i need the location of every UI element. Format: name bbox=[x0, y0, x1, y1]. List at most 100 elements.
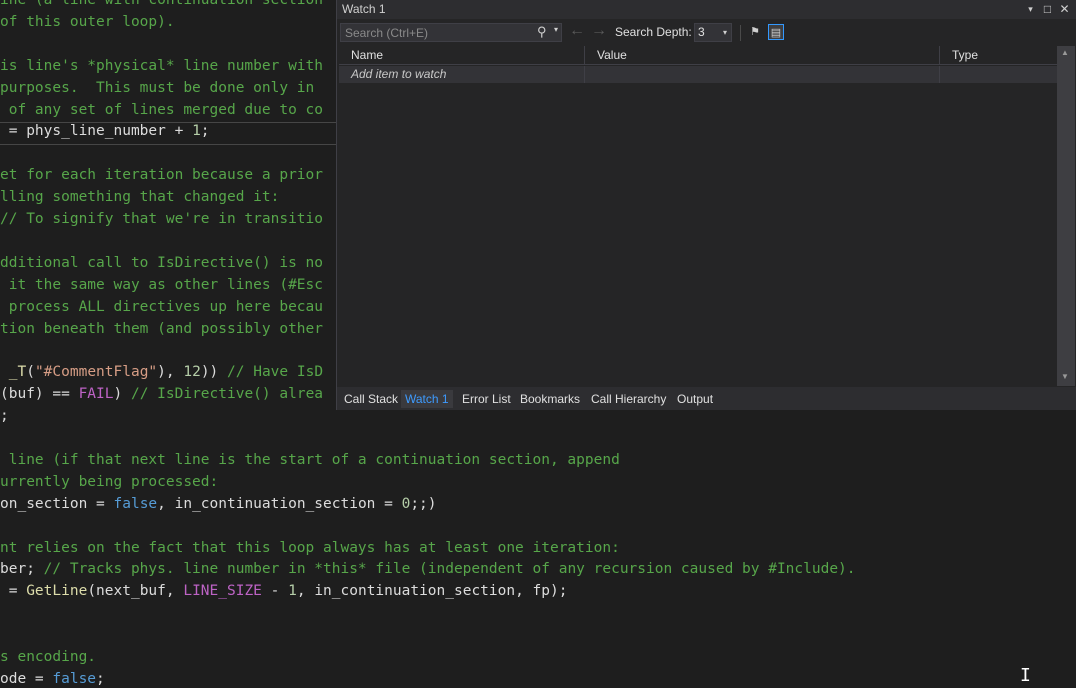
watch-titlebar[interactable]: Watch 1 ▾ □ ✕ bbox=[337, 0, 1076, 19]
tab-watch-1[interactable]: Watch 1 bbox=[401, 390, 453, 408]
code-token: = phys_line_number + bbox=[0, 123, 193, 140]
code-token: 1 bbox=[288, 583, 297, 600]
columns-icon[interactable]: ▤ bbox=[768, 24, 784, 40]
code-line[interactable]: ode = false; bbox=[0, 668, 105, 688]
search-input[interactable]: Search (Ctrl+E) ⚲ ▾ bbox=[340, 23, 562, 42]
code-token: false bbox=[113, 495, 158, 512]
code-line[interactable]: urrently being processed: bbox=[0, 471, 218, 493]
watch-grid[interactable]: Name Value Type Add item to watch bbox=[339, 46, 1057, 386]
maximize-icon[interactable]: □ bbox=[1040, 1, 1055, 17]
window-menu-dropdown-icon[interactable]: ▾ bbox=[1023, 1, 1038, 17]
scroll-up-icon[interactable]: ▲ bbox=[1061, 48, 1069, 57]
code-token: - bbox=[261, 583, 289, 600]
code-line[interactable]: ber; // Tracks phys. line number in *thi… bbox=[0, 558, 856, 580]
add-watch-value-cell bbox=[585, 66, 940, 83]
code-line[interactable]: tion beneath them (and possibly other bbox=[0, 318, 323, 340]
watch-toolbar: Search (Ctrl+E) ⚲ ▾ ← → Search Depth: 3 … bbox=[337, 21, 1076, 45]
add-watch-name-cell[interactable]: Add item to watch bbox=[339, 66, 585, 83]
code-line[interactable]: line (if that next line is the start of … bbox=[0, 449, 620, 471]
column-header-name[interactable]: Name bbox=[339, 46, 585, 65]
code-token: , in_continuation_section = bbox=[157, 495, 402, 512]
code-line[interactable]: = phys_line_number + 1; bbox=[0, 120, 210, 142]
tab-call-hierarchy[interactable]: Call Hierarchy bbox=[591, 390, 666, 408]
code-token: (buf) == bbox=[0, 386, 79, 403]
forward-arrow-icon[interactable]: → bbox=[591, 22, 607, 40]
code-line[interactable]: = GetLine(next_buf, LINE_SIZE - 1, in_co… bbox=[0, 580, 568, 602]
toolbar-separator bbox=[740, 25, 741, 41]
tab-call-stack[interactable]: Call Stack bbox=[344, 390, 398, 408]
code-token: "#CommentFlag" bbox=[34, 364, 158, 381]
add-watch-row[interactable]: Add item to watch bbox=[339, 66, 1057, 83]
code-token: ine (a line with continuation section bbox=[0, 0, 324, 8]
bottom-tab-strip: Call Stack Watch 1 Error List Bookmarks … bbox=[337, 387, 1076, 410]
code-token: , in_continuation_section, fp); bbox=[296, 583, 568, 600]
chevron-down-icon: ▾ bbox=[723, 28, 728, 37]
scroll-down-icon[interactable]: ▼ bbox=[1061, 372, 1069, 381]
code-token: urrently being processed: bbox=[0, 473, 219, 490]
back-arrow-icon[interactable]: ← bbox=[569, 22, 585, 40]
code-line[interactable]: (buf) == FAIL) // IsDirective() alrea bbox=[0, 383, 323, 405]
code-token: ) bbox=[113, 386, 131, 403]
add-item-placeholder: Add item to watch bbox=[351, 67, 447, 81]
code-token: (next_buf, bbox=[87, 583, 184, 600]
code-token: ber; bbox=[0, 561, 44, 578]
code-token: is line's *physical* line number with bbox=[0, 57, 324, 74]
code-line[interactable]: s encoding. bbox=[0, 646, 96, 668]
code-line[interactable]: ine (a line with continuation section bbox=[0, 0, 323, 11]
code-token: process ALL directives up here becau bbox=[0, 298, 324, 315]
code-line[interactable]: is line's *physical* line number with bbox=[0, 55, 323, 77]
code-token: tion beneath them (and possibly other bbox=[0, 320, 324, 337]
code-token: // Tracks phys. line number in *this* fi… bbox=[43, 561, 856, 578]
vertical-scrollbar[interactable]: ▲ ▼ bbox=[1057, 46, 1075, 386]
tab-output[interactable]: Output bbox=[677, 390, 713, 408]
code-token: // IsDirective() alrea bbox=[130, 386, 324, 403]
code-token: ode = bbox=[0, 670, 53, 687]
add-watch-type-cell bbox=[940, 66, 1057, 83]
code-line[interactable]: of this outer loop). bbox=[0, 11, 175, 33]
code-token: et for each iteration because a prior bbox=[0, 167, 324, 184]
code-line[interactable]: purposes. This must be done only in bbox=[0, 77, 314, 99]
code-line[interactable]: on_section = false, in_continuation_sect… bbox=[0, 493, 437, 515]
code-token: // To signify that we're in transitio bbox=[0, 211, 324, 227]
watch-window[interactable]: Watch 1 ▾ □ ✕ Search (Ctrl+E) ⚲ ▾ ← → Se… bbox=[336, 0, 1076, 410]
search-icon[interactable]: ⚲ bbox=[537, 24, 547, 40]
code-token: 1 bbox=[192, 123, 201, 140]
code-token: ; bbox=[0, 408, 9, 425]
search-depth-label: Search Depth: bbox=[615, 25, 692, 39]
code-line[interactable]: // To signify that we're in transitio bbox=[0, 208, 323, 230]
code-line[interactable]: _T("#CommentFlag"), 12)) // Have IsD bbox=[0, 361, 323, 383]
code-line[interactable]: dditional call to IsDirective() is no bbox=[0, 252, 323, 274]
column-header-value[interactable]: Value bbox=[585, 46, 940, 65]
code-line[interactable]: of any set of lines merged due to co bbox=[0, 99, 323, 121]
search-depth-select[interactable]: 3 ▾ bbox=[694, 23, 732, 42]
code-token: = bbox=[0, 583, 27, 600]
code-token: line (if that next line is the start of … bbox=[0, 451, 620, 468]
code-token: FAIL bbox=[78, 386, 114, 403]
code-token: ; bbox=[96, 670, 105, 687]
filter-pin-icon[interactable]: ⚑ bbox=[747, 24, 763, 40]
code-line[interactable]: nt relies on the fact that this loop alw… bbox=[0, 537, 620, 559]
code-line[interactable]: et for each iteration because a prior bbox=[0, 164, 323, 186]
code-line[interactable]: process ALL directives up here becau bbox=[0, 296, 323, 318]
code-token: 12 bbox=[183, 364, 201, 381]
code-token: )) bbox=[200, 364, 228, 381]
code-token: GetLine bbox=[26, 583, 88, 600]
search-options-dropdown-icon[interactable]: ▾ bbox=[554, 25, 558, 34]
close-icon[interactable]: ✕ bbox=[1057, 1, 1072, 17]
code-line[interactable]: lling something that changed it: bbox=[0, 186, 279, 208]
code-token: _T bbox=[8, 364, 27, 381]
code-token: s encoding. bbox=[0, 649, 97, 665]
search-placeholder: Search (Ctrl+E) bbox=[345, 26, 429, 40]
code-token: on_section = bbox=[0, 495, 114, 512]
tab-error-list[interactable]: Error List bbox=[462, 390, 511, 408]
column-header-type[interactable]: Type bbox=[940, 46, 1057, 65]
tab-bookmarks[interactable]: Bookmarks bbox=[520, 390, 580, 408]
code-line[interactable]: ; bbox=[0, 405, 9, 427]
code-line[interactable]: it the same way as other lines (#Esc bbox=[0, 274, 323, 296]
text-cursor-icon: I bbox=[1020, 665, 1031, 686]
code-token: // Have IsD bbox=[227, 364, 324, 381]
code-token: ( bbox=[26, 364, 35, 381]
code-token: dditional call to IsDirective() is no bbox=[0, 254, 324, 271]
code-token: nt relies on the fact that this loop alw… bbox=[0, 539, 620, 556]
